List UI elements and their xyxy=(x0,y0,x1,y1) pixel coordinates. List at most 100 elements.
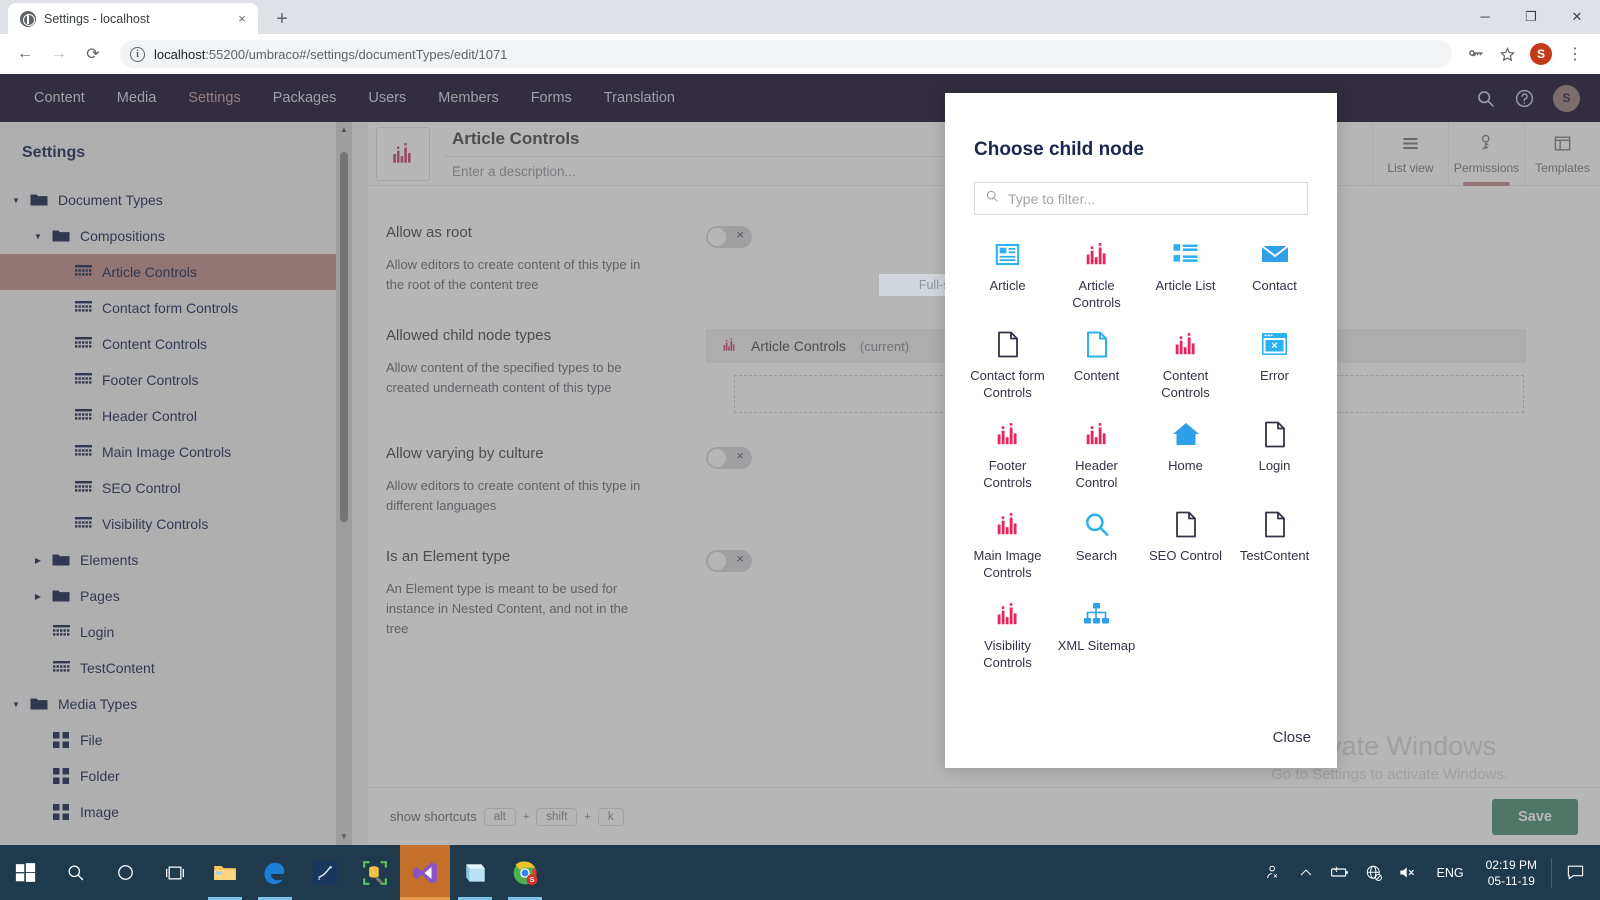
chrome-menu-icon[interactable]: ⋮ xyxy=(1560,39,1590,69)
bookmark-star-icon[interactable] xyxy=(1492,39,1522,69)
child-node-option-label: Visibility Controls xyxy=(983,638,1032,670)
child-node-option-label: Article xyxy=(989,278,1026,293)
password-key-icon[interactable] xyxy=(1460,39,1490,69)
search-icon xyxy=(985,189,999,208)
list-blocks-icon xyxy=(1172,239,1199,269)
article-icon xyxy=(994,239,1021,269)
chart-bars-icon xyxy=(1173,329,1199,359)
child-node-option-label: SEO Control xyxy=(1149,548,1222,563)
tab-title: Settings - localhost xyxy=(44,11,150,26)
svg-text:×: × xyxy=(1271,340,1277,352)
chrome-profile-avatar[interactable]: S xyxy=(1530,43,1552,65)
child-node-option-header-control[interactable]: Header Control xyxy=(1052,411,1141,501)
new-tab-button[interactable]: + xyxy=(268,6,296,34)
url-path: :55200/umbraco#/settings/documentTypes/e… xyxy=(205,46,508,62)
chart-bars-icon xyxy=(995,509,1021,539)
taskbar-clock[interactable]: 02:19 PM 05-11-19 xyxy=(1476,857,1547,889)
forward-icon: → xyxy=(51,45,67,62)
volume-muted-icon[interactable] xyxy=(1391,845,1425,900)
child-node-option-label: Contact xyxy=(1252,278,1297,293)
child-node-option-article-controls[interactable]: Article Controls xyxy=(1052,231,1141,321)
child-node-option-label: Article List xyxy=(1155,278,1216,293)
taskbar-app-file-explorer[interactable] xyxy=(200,845,250,900)
battery-icon[interactable] xyxy=(1323,845,1357,900)
child-node-option-xml-sitemap[interactable]: XML Sitemap xyxy=(1052,591,1141,681)
action-center-icon[interactable] xyxy=(1556,845,1594,900)
start-button-icon[interactable] xyxy=(0,845,50,900)
child-node-option-testcontent[interactable]: TestContent xyxy=(1230,501,1319,591)
child-node-option-content-controls[interactable]: Content Controls xyxy=(1141,321,1230,411)
chart-bars-icon xyxy=(1084,239,1110,269)
home-icon xyxy=(1172,419,1200,449)
child-node-option-visibility-controls[interactable]: Visibility Controls xyxy=(963,591,1052,681)
windows-taskbar: S ENG 02:19 PM 05-11-19 xyxy=(0,845,1600,900)
child-node-option-label: Main Image Controls xyxy=(973,548,1042,580)
envelope-icon xyxy=(1260,239,1289,269)
page-outline-icon xyxy=(1175,509,1197,539)
clock-time: 02:19 PM xyxy=(1485,857,1537,872)
back-icon[interactable]: ← xyxy=(10,39,40,69)
taskbar-search-icon[interactable] xyxy=(50,845,100,900)
child-node-option-label: Header Control xyxy=(1075,458,1118,490)
show-hidden-icons-chevron-icon[interactable] xyxy=(1289,845,1323,900)
child-node-grid: Article Article Controls Article List Conta… xyxy=(945,215,1337,681)
network-globe-icon[interactable] xyxy=(1357,845,1391,900)
language-indicator[interactable]: ENG xyxy=(1425,866,1476,880)
document-icon xyxy=(1086,329,1108,359)
filter-input[interactable] xyxy=(1008,190,1297,207)
page-outline-icon xyxy=(1264,419,1286,449)
child-node-option-label: Contact form Controls xyxy=(970,368,1045,400)
child-node-option-content[interactable]: Content xyxy=(1052,321,1141,411)
child-node-option-error[interactable]: × Error xyxy=(1230,321,1319,411)
umbraco-app: Content Media Settings Packages Users Members… xyxy=(0,74,1600,845)
chart-bars-icon xyxy=(995,419,1021,449)
maximize-button[interactable]: ❐ xyxy=(1508,0,1554,34)
reload-icon[interactable]: ⟳ xyxy=(78,39,108,69)
task-view-icon[interactable] xyxy=(150,845,200,900)
child-node-option-seo-control[interactable]: SEO Control xyxy=(1141,501,1230,591)
people-icon[interactable] xyxy=(1255,845,1289,900)
filter-field[interactable] xyxy=(974,182,1308,215)
cortana-icon[interactable] xyxy=(100,845,150,900)
close-icon[interactable]: × xyxy=(234,11,250,27)
child-node-option-main-image-controls[interactable]: Main Image Controls xyxy=(963,501,1052,591)
child-node-option-article-list[interactable]: Article List xyxy=(1141,231,1230,321)
child-node-option-label: Article Controls xyxy=(1072,278,1121,310)
modal-backdrop[interactable] xyxy=(0,74,1600,845)
child-node-option-label: XML Sitemap xyxy=(1057,638,1136,653)
address-bar[interactable]: i localhost:55200/umbraco#/settings/docu… xyxy=(120,40,1452,68)
taskbar-app-edge[interactable] xyxy=(250,845,300,900)
browser-tab[interactable]: Settings - localhost × xyxy=(8,3,258,34)
chart-bars-icon xyxy=(1084,419,1110,449)
child-node-option-login[interactable]: Login xyxy=(1230,411,1319,501)
child-node-option-search[interactable]: Search xyxy=(1052,501,1141,591)
svg-text:S: S xyxy=(530,877,535,884)
child-node-option-label: TestContent xyxy=(1239,548,1310,563)
toolbar-actions: S ⋮ xyxy=(1460,39,1590,69)
child-node-option-footer-controls[interactable]: Footer Controls xyxy=(963,411,1052,501)
dialog-title: Choose child node xyxy=(974,139,1144,160)
site-info-icon[interactable]: i xyxy=(130,46,145,62)
taskbar-app-chrome[interactable]: S xyxy=(500,845,550,900)
child-node-option-label: Content xyxy=(1073,368,1120,383)
browser-error-icon: × xyxy=(1261,329,1288,359)
browser-toolbar: ← → ⟳ i localhost:55200/umbraco#/setting… xyxy=(0,34,1600,74)
page-outline-icon xyxy=(1264,509,1286,539)
taskbar-app-visual-studio[interactable] xyxy=(400,845,450,900)
child-node-option-label: Login xyxy=(1258,458,1291,473)
child-node-option-contact[interactable]: Contact xyxy=(1230,231,1319,321)
screen: Settings - localhost × + ─ ❐ ✕ ← → ⟳ i l… xyxy=(0,0,1600,900)
window-close-button[interactable]: ✕ xyxy=(1554,0,1600,34)
clock-date: 05-11-19 xyxy=(1487,873,1535,888)
page-outline-icon xyxy=(997,329,1019,359)
taskbar-app-notepad[interactable] xyxy=(450,845,500,900)
close-button[interactable]: Close xyxy=(1273,729,1311,746)
system-tray: ENG 02:19 PM 05-11-19 xyxy=(1255,845,1600,900)
chart-bars-icon xyxy=(995,599,1021,629)
child-node-option-article[interactable]: Article xyxy=(963,231,1052,321)
child-node-option-contact-form-controls[interactable]: Contact form Controls xyxy=(963,321,1052,411)
child-node-option-home[interactable]: Home xyxy=(1141,411,1230,501)
minimize-button[interactable]: ─ xyxy=(1462,0,1508,34)
taskbar-app-sql-tools[interactable] xyxy=(350,845,400,900)
taskbar-app-sql-server[interactable] xyxy=(300,845,350,900)
